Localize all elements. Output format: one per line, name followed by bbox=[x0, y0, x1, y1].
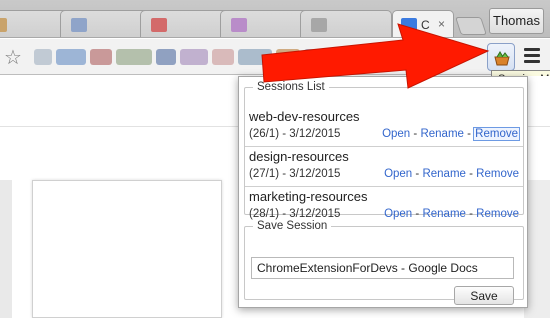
remove-session-link[interactable]: Remove bbox=[473, 127, 520, 141]
open-session-link[interactable]: Open bbox=[384, 168, 412, 180]
session-actions: Open - Rename - Remove bbox=[384, 208, 519, 220]
session-actions: Open - Rename - Remove bbox=[384, 168, 519, 180]
tab-title: C bbox=[421, 18, 430, 32]
active-browser-tab[interactable]: C × bbox=[392, 10, 454, 37]
bookmark-item[interactable] bbox=[340, 49, 362, 65]
session-date: (27/1) - 3/12/2015 bbox=[249, 168, 341, 180]
bookmark-item[interactable] bbox=[304, 49, 336, 65]
browser-tab[interactable] bbox=[300, 10, 392, 37]
tab-favicon-icon bbox=[0, 18, 7, 32]
rename-session-link[interactable]: Rename bbox=[420, 128, 463, 140]
browser-toolbar: ☆ bbox=[0, 39, 550, 75]
document-left-panel bbox=[0, 180, 12, 318]
session-name: web-dev-resources bbox=[249, 109, 360, 124]
document-page bbox=[32, 180, 222, 318]
session-item: design-resources (27/1) - 3/12/2015 Open… bbox=[245, 147, 523, 187]
tab-close-icon[interactable]: × bbox=[438, 17, 445, 31]
tab-favicon-icon bbox=[151, 18, 167, 32]
bookmark-item[interactable] bbox=[400, 49, 424, 65]
session-name: design-resources bbox=[249, 149, 349, 164]
sessions-list: Sessions List web-dev-resources (26/1) -… bbox=[244, 81, 524, 220]
browser-tab[interactable] bbox=[220, 10, 312, 37]
session-name: marketing-resources bbox=[249, 189, 368, 204]
tab-strip: C × Thomas bbox=[0, 0, 550, 38]
tab-favicon-icon bbox=[71, 18, 87, 32]
sessions-list-legend: Sessions List bbox=[257, 81, 325, 93]
session-manager-icon bbox=[494, 51, 510, 66]
bookmark-item[interactable] bbox=[56, 49, 86, 65]
browser-tab[interactable] bbox=[140, 10, 232, 37]
session-name-input[interactable] bbox=[251, 257, 514, 279]
tab-favicon-icon bbox=[311, 18, 327, 32]
bookmark-star-icon[interactable]: ☆ bbox=[4, 45, 22, 70]
rename-session-link[interactable]: Rename bbox=[422, 208, 465, 220]
session-item: web-dev-resources (26/1) - 3/12/2015 Ope… bbox=[245, 107, 523, 147]
session-date: (28/1) - 3/12/2015 bbox=[249, 208, 341, 220]
session-manager-popup: Sessions List web-dev-resources (26/1) -… bbox=[238, 76, 528, 308]
bookmark-item[interactable] bbox=[276, 49, 300, 65]
open-session-link[interactable]: Open bbox=[382, 128, 410, 140]
bookmark-item[interactable] bbox=[366, 49, 396, 65]
bookmark-item[interactable] bbox=[156, 49, 176, 65]
session-manager-extension-button[interactable] bbox=[487, 43, 515, 71]
bookmark-item[interactable] bbox=[180, 49, 208, 65]
remove-session-link[interactable]: Remove bbox=[476, 168, 519, 180]
rename-session-link[interactable]: Rename bbox=[422, 168, 465, 180]
browser-tab[interactable] bbox=[60, 10, 152, 37]
new-tab-button[interactable] bbox=[455, 17, 487, 35]
open-session-link[interactable]: Open bbox=[384, 208, 412, 220]
save-session-legend: Save Session bbox=[257, 220, 328, 232]
remove-session-link[interactable]: Remove bbox=[476, 208, 519, 220]
bookmark-item[interactable] bbox=[34, 49, 52, 65]
bookmark-item[interactable] bbox=[116, 49, 152, 65]
chrome-menu-icon[interactable] bbox=[524, 48, 540, 64]
session-date: (26/1) - 3/12/2015 bbox=[249, 128, 341, 140]
tab-favicon-icon bbox=[231, 18, 247, 32]
save-button[interactable]: Save bbox=[454, 286, 514, 305]
bookmark-item[interactable] bbox=[212, 49, 234, 65]
bookmarks-bar bbox=[32, 46, 472, 68]
save-session-section: Save Session Save bbox=[244, 220, 524, 305]
bookmark-item[interactable] bbox=[238, 49, 272, 65]
profile-button[interactable]: Thomas bbox=[489, 8, 544, 34]
google-docs-icon bbox=[401, 18, 417, 32]
session-actions: Open - Rename - Remove bbox=[382, 127, 520, 141]
bookmark-item[interactable] bbox=[90, 49, 112, 65]
